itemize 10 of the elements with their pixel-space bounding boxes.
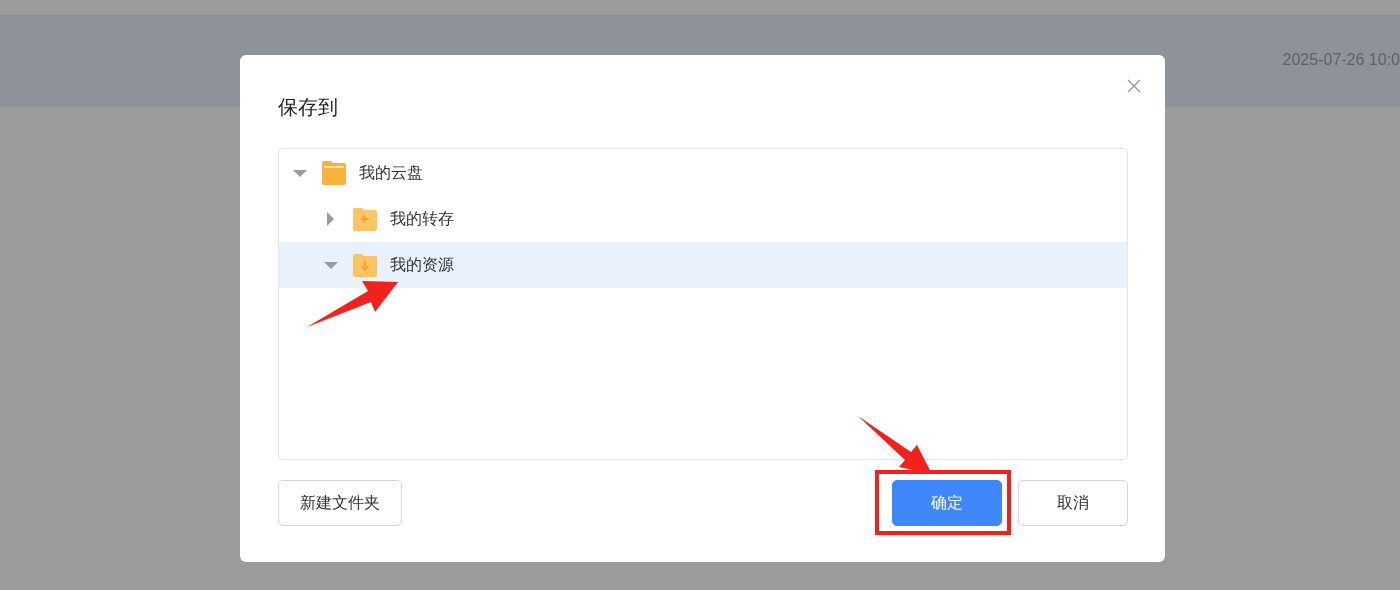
tree-item[interactable]: 我的云盘 — [279, 150, 1127, 196]
cancel-button[interactable]: 取消 — [1018, 480, 1128, 526]
dialog-title: 保存到 — [278, 94, 339, 121]
new-folder-button[interactable]: 新建文件夹 — [278, 480, 402, 526]
tree-item[interactable]: 我的资源 — [279, 242, 1127, 288]
tree-item[interactable]: 我的转存 — [279, 196, 1127, 242]
close-icon[interactable] — [1127, 79, 1141, 93]
folder-download-icon — [352, 252, 378, 278]
folder-icon — [321, 160, 347, 186]
folder-arrow-icon — [352, 206, 378, 232]
